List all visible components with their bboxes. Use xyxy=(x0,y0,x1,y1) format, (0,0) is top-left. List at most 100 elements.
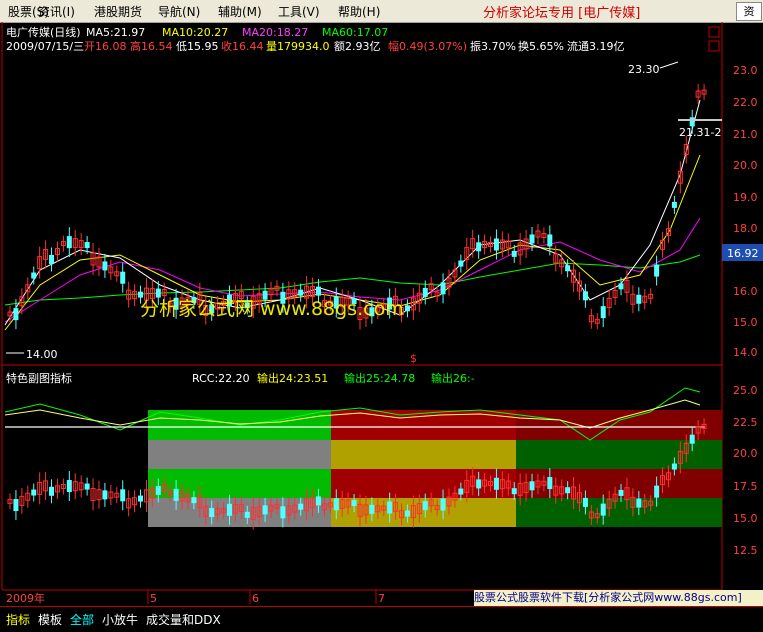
candle-body xyxy=(440,282,446,295)
quote-date: 2009/07/15/三 xyxy=(6,40,84,53)
close-icon[interactable] xyxy=(708,26,720,38)
menu-bar: 股票(S) 资讯(I) 港股期货 导航(N) 辅助(M) 工具(V) 帮助(H)… xyxy=(0,0,763,23)
candle-body xyxy=(547,477,553,490)
x-label: 6 xyxy=(252,592,259,605)
candle-body xyxy=(404,305,410,312)
y-tick: 20.0 xyxy=(733,159,758,172)
candle-body xyxy=(422,501,428,511)
candle-body xyxy=(458,488,464,495)
candle-body xyxy=(155,288,161,298)
candle-body xyxy=(511,250,517,257)
y-tick: 25.0 xyxy=(733,384,758,397)
candle-body xyxy=(351,500,357,507)
x-label: 2009年 xyxy=(6,591,45,605)
y-tick: 22.0 xyxy=(733,96,758,109)
y-tick: 21.0 xyxy=(733,128,758,141)
candle-body xyxy=(298,503,304,510)
candle-body xyxy=(102,490,108,500)
candle-body xyxy=(31,489,37,496)
tab-all[interactable]: 全部 xyxy=(70,611,94,628)
candle-body xyxy=(138,291,144,298)
y-tick: 18.0 xyxy=(733,222,758,235)
candle-body xyxy=(209,507,215,517)
candle-body xyxy=(422,287,428,297)
candle-body xyxy=(565,487,571,494)
tab-indicator[interactable]: 指标 xyxy=(6,611,30,628)
menu-navigate[interactable]: 导航(N) xyxy=(158,3,200,20)
candle-body xyxy=(191,497,197,504)
ma5-value: MA5:21.97 xyxy=(86,26,145,39)
candle-body xyxy=(333,498,339,511)
candle-body xyxy=(493,477,499,490)
ad-banner[interactable]: 股票公式股票软件下载[分析家公式网www.88gs.com] xyxy=(474,590,763,606)
quote-volume: 量179934.0 xyxy=(266,40,330,53)
stock-title: 电广传媒(日线) xyxy=(6,25,81,39)
y-tick: 20.0 xyxy=(733,447,758,460)
candle-body xyxy=(565,265,571,272)
maximize-icon[interactable] xyxy=(708,40,720,52)
zone-block xyxy=(516,498,722,527)
candle-body xyxy=(671,463,677,470)
tab-template[interactable]: 模板 xyxy=(38,611,62,628)
candle-body xyxy=(84,242,90,249)
quote-open: 开16.08 xyxy=(84,40,127,53)
zone-block xyxy=(148,498,331,527)
candle-body xyxy=(315,496,321,506)
candle-body xyxy=(315,286,321,296)
y-tick: 15.0 xyxy=(733,512,758,525)
y-tick: 16.0 xyxy=(733,285,758,298)
tab-xiaofangniu[interactable]: 小放牛 xyxy=(102,611,138,628)
menu-hk-futures[interactable]: 港股期货 xyxy=(94,3,142,20)
menu-tools[interactable]: 工具(V) xyxy=(278,3,320,20)
high-marker: 23.30 xyxy=(628,63,660,76)
rcc-value: RCC:22.20 xyxy=(192,372,250,385)
candle-body xyxy=(138,495,144,502)
candle-body xyxy=(618,489,624,496)
quote-amplitude: 振3.70% xyxy=(470,39,516,53)
quote-amount: 额2.93亿 xyxy=(334,40,381,53)
candle-body xyxy=(493,238,499,251)
stock-chart[interactable]: 23.0 22.0 21.0 20.0 19.0 18.0 16.0 15.0 … xyxy=(0,22,763,606)
event-flag-icon: $ xyxy=(410,352,417,365)
candle-body xyxy=(298,289,304,296)
candle-body xyxy=(173,488,179,501)
candle-body xyxy=(689,117,695,127)
candle-body xyxy=(654,264,660,277)
brand-label: 分析家论坛专用 [电广传媒] xyxy=(483,6,641,21)
quote-float: 流通3.19亿 xyxy=(567,39,625,53)
candle-body xyxy=(49,486,55,496)
candle-body xyxy=(66,480,72,493)
y-tick: 22.5 xyxy=(733,416,758,429)
candle-body xyxy=(387,501,393,514)
candle-body xyxy=(155,486,161,496)
watermark: 分析家公式网 www.88gs.com xyxy=(140,298,404,320)
candle-body xyxy=(49,254,55,264)
candle-body xyxy=(226,503,232,516)
candle-body xyxy=(582,291,588,301)
info-button[interactable]: 资 xyxy=(736,2,762,21)
y-tick: 17.5 xyxy=(733,480,758,493)
output25-value: 输出25:24.78 xyxy=(344,371,415,385)
window-controls xyxy=(708,26,720,52)
candle-body xyxy=(13,308,19,321)
candle-body xyxy=(244,511,250,518)
menu-help[interactable]: 帮助(H) xyxy=(338,3,380,20)
main-y-axis: 23.0 22.0 21.0 20.0 19.0 18.0 16.0 15.0 … xyxy=(733,64,758,359)
zone-block xyxy=(516,440,722,469)
tab-volume-ddx[interactable]: 成交量和DDX xyxy=(146,611,221,628)
candle-body xyxy=(440,498,446,511)
y-tick: 15.0 xyxy=(733,316,758,329)
quote-close: 收16.44 xyxy=(221,39,264,53)
x-label: 7 xyxy=(378,592,385,605)
menu-news[interactable]: 资讯(I) xyxy=(38,3,75,20)
menu-assist[interactable]: 辅助(M) xyxy=(218,3,262,20)
quote-high: 高16.54 xyxy=(130,39,173,53)
output24-value: 输出24:23.51 xyxy=(257,371,328,385)
tab-bar: 指标 模板 全部 小放牛 成交量和DDX xyxy=(0,606,763,632)
candle-body xyxy=(120,271,126,284)
crosshair-label: 21.31-2 xyxy=(679,126,721,139)
high-marker-arrow xyxy=(659,61,679,69)
candle-body xyxy=(476,242,482,252)
ad-text: 股票公式股票软件下载[分析家公式网www.88gs.com] xyxy=(474,591,742,604)
candle-body xyxy=(547,234,553,247)
